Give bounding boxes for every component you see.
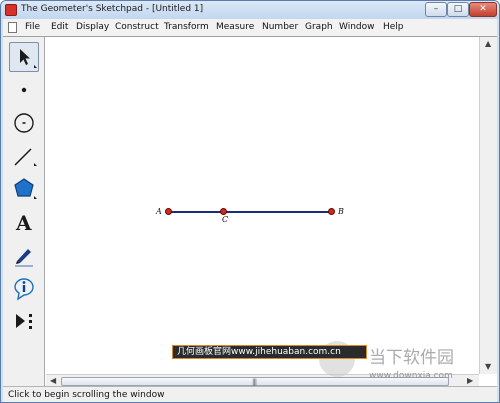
menu-construct[interactable]: Construct: [115, 22, 159, 32]
straightedge-icon: [14, 148, 37, 166]
custom-tools-tool[interactable]: [9, 306, 39, 336]
maximize-button[interactable]: □: [447, 2, 469, 17]
scroll-down-arrow-icon[interactable]: ▼: [485, 362, 491, 371]
segment-ab[interactable]: [169, 211, 332, 213]
site-watermark: 几何画板官网www.jihehuaban.com.cn: [172, 345, 367, 359]
window-title: The Geometer's Sketchpad - [Untitled 1]: [21, 4, 204, 14]
menu-graph[interactable]: Graph: [305, 22, 333, 32]
text-icon: A: [15, 211, 32, 235]
information-tool[interactable]: [9, 273, 39, 303]
custom-tools-icon: [16, 314, 32, 329]
point-icon: [21, 87, 27, 93]
menu-transform[interactable]: Transform: [164, 22, 209, 32]
point-b-label: B: [338, 207, 344, 216]
scroll-left-arrow-icon[interactable]: ◀: [50, 376, 56, 385]
menu-edit[interactable]: Edit: [51, 22, 68, 32]
marker-tool[interactable]: [9, 240, 39, 270]
compass-icon: [14, 113, 34, 133]
polygon-tool[interactable]: [9, 174, 39, 204]
vertical-scrollbar[interactable]: ▲ ▼: [479, 37, 497, 374]
menu-file[interactable]: File: [25, 22, 40, 32]
scroll-up-arrow-icon[interactable]: ▲: [485, 39, 491, 48]
point-c[interactable]: [220, 208, 227, 215]
arrow-select-tool[interactable]: [9, 42, 39, 72]
point-a-label: A: [156, 207, 162, 216]
menu-window[interactable]: Window: [339, 22, 375, 32]
information-icon: [14, 278, 34, 301]
status-text: Click to begin scrolling the window: [8, 390, 165, 400]
watermark-url: www.downxia.com: [369, 371, 453, 381]
text-tool[interactable]: A: [9, 207, 39, 237]
menu-display[interactable]: Display: [76, 22, 109, 32]
arrow-select-icon: [20, 49, 37, 68]
document-icon[interactable]: [8, 22, 17, 33]
straightedge-tool[interactable]: [9, 141, 39, 171]
sketchpad-app-icon[interactable]: [5, 4, 17, 16]
marker-icon: [15, 249, 33, 267]
close-button[interactable]: ✕: [469, 2, 497, 17]
menu-number[interactable]: Number: [262, 22, 298, 32]
client-area: A A C B ▲ ▼ ◀ ||| ▶: [3, 36, 497, 387]
compass-tool[interactable]: [9, 108, 39, 138]
scroll-grip-icon: |||: [252, 378, 257, 386]
point-a[interactable]: [165, 208, 172, 215]
watermark-logo-text: 当下软件园: [369, 348, 454, 368]
toolbox: A: [3, 37, 45, 387]
menu-bar: File Edit Display Construct Transform Me…: [3, 19, 497, 36]
scroll-right-arrow-icon[interactable]: ▶: [467, 376, 473, 385]
text-tool-glyph: A: [15, 211, 32, 235]
point-b[interactable]: [328, 208, 335, 215]
minimize-button[interactable]: –: [425, 2, 447, 17]
app-window: The Geometer's Sketchpad - [Untitled 1] …: [0, 0, 500, 403]
menu-help[interactable]: Help: [383, 22, 404, 32]
menu-measure[interactable]: Measure: [216, 22, 254, 32]
point-tool[interactable]: [9, 75, 39, 105]
polygon-icon: [14, 178, 37, 199]
sketch-canvas[interactable]: A C B: [46, 37, 478, 374]
status-bar: Click to begin scrolling the window: [3, 386, 497, 402]
title-bar[interactable]: The Geometer's Sketchpad - [Untitled 1] …: [1, 1, 499, 19]
point-c-label: C: [222, 215, 229, 224]
